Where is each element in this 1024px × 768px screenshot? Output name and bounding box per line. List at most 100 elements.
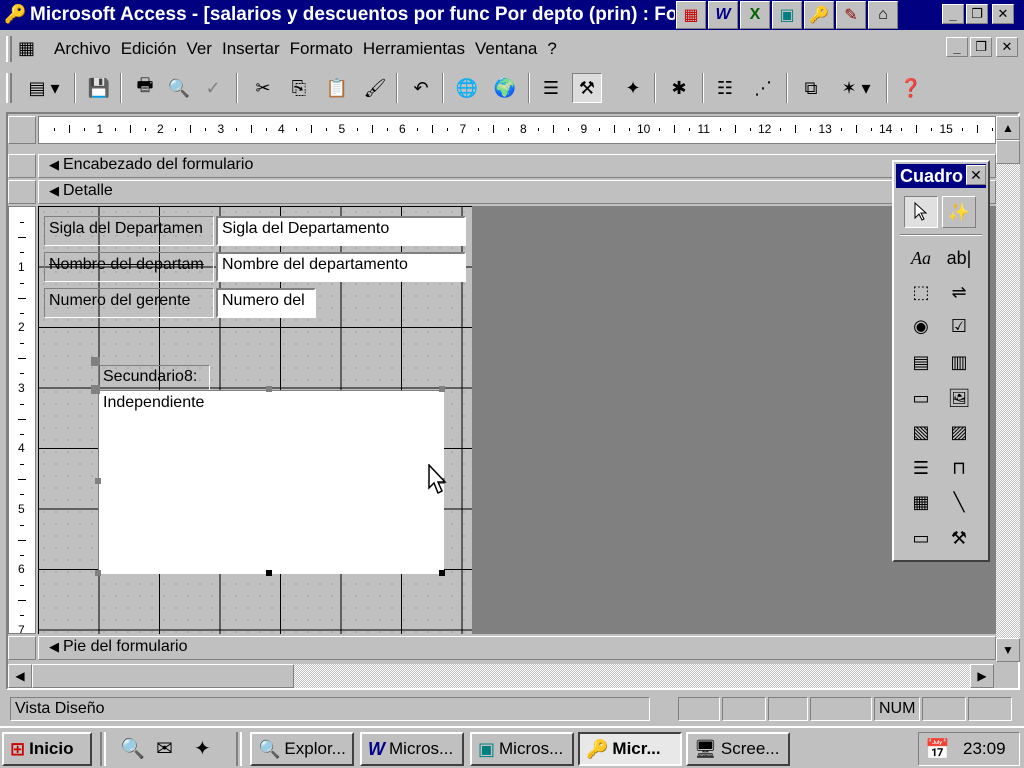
scheduler-tray-icon[interactable]: 📅 xyxy=(925,737,950,762)
binder-icon[interactable]: ⌂ xyxy=(868,1,898,29)
menu-grip[interactable] xyxy=(6,36,12,62)
textbox-sigla-departamento[interactable]: Sigla del Departamento xyxy=(216,216,466,246)
toggle-button-tool-icon[interactable]: ⇌ xyxy=(942,276,976,308)
taskbar-access-button[interactable]: 🔑 Micr... xyxy=(578,732,682,766)
image-tool-icon[interactable]: 🖼 xyxy=(942,382,976,414)
toolbox-toggle-icon[interactable]: ⚒ xyxy=(572,73,602,103)
form-selector-box[interactable] xyxy=(8,116,36,144)
save-icon[interactable]: 💾 xyxy=(84,73,114,103)
command-button-tool-icon[interactable]: ▭ xyxy=(904,382,938,414)
rectangle-tool-icon[interactable]: ▭ xyxy=(904,522,938,554)
taskbar-explorer-button[interactable]: 🔍 Explor... xyxy=(250,732,354,766)
resize-handle[interactable] xyxy=(266,386,272,392)
menu-herramientas[interactable]: Herramientas xyxy=(361,39,473,59)
paste-icon[interactable]: 📋 xyxy=(322,73,352,103)
properties-icon[interactable]: ☷ xyxy=(710,73,740,103)
scroll-up-icon[interactable]: ▲ xyxy=(996,116,1020,140)
build-icon[interactable]: ⋰ xyxy=(748,73,778,103)
scroll-left-icon[interactable]: ◀ xyxy=(8,664,32,688)
detail-section-bar[interactable]: ◀ Detalle xyxy=(38,180,996,204)
textbox-numero-gerente[interactable]: Numero del xyxy=(216,288,316,318)
excel-icon[interactable]: X xyxy=(740,1,770,29)
taskbar-powerpoint-button[interactable]: ▣ Micros... xyxy=(470,732,574,766)
menu-ventana[interactable]: Ventana xyxy=(473,39,545,59)
form-header-section-bar[interactable]: ◀ Encabezado del formulario xyxy=(38,154,996,178)
vertical-ruler[interactable]: 1 2 3 4 5 6 7 xyxy=(8,206,36,634)
horizontal-scroll-thumb[interactable] xyxy=(32,664,294,688)
move-handle[interactable] xyxy=(91,385,100,394)
code-icon[interactable]: ✱ xyxy=(664,73,694,103)
option-group-tool-icon[interactable]: ⬚ xyxy=(904,276,938,308)
office-icon[interactable]: ▦ xyxy=(676,1,706,29)
form-document-icon[interactable]: ▦ xyxy=(18,38,35,59)
line-tool-icon[interactable]: ╲ xyxy=(942,486,976,518)
resize-handle[interactable] xyxy=(266,570,272,576)
more-controls-tool-icon[interactable]: ⚒ xyxy=(942,522,976,554)
form-footer-section-bar[interactable]: ◀ Pie del formulario xyxy=(38,636,996,660)
word-icon[interactable]: W xyxy=(708,1,738,29)
menu-insertar[interactable]: Insertar xyxy=(220,39,288,59)
label-tool-icon[interactable]: Aa xyxy=(904,242,938,274)
clock[interactable]: 23:09 xyxy=(963,739,1006,759)
menu-archivo[interactable]: Archivo xyxy=(52,39,119,59)
menu-formato[interactable]: Formato xyxy=(288,39,361,59)
footer-section-selector[interactable] xyxy=(8,636,36,660)
insert-hyperlink-icon[interactable]: 🌐 xyxy=(452,73,482,103)
copy-icon[interactable]: ⎘ xyxy=(284,73,314,103)
format-painter-icon[interactable]: 🖌 xyxy=(360,73,390,103)
textbox-tool-icon[interactable]: ab| xyxy=(942,242,976,274)
scroll-down-icon[interactable]: ▼ xyxy=(996,638,1020,662)
database-window-icon[interactable]: ⧉ xyxy=(796,73,826,103)
label-numero-gerente[interactable]: Numero del gerente xyxy=(44,288,214,318)
resize-handle[interactable] xyxy=(439,570,445,576)
menu-ver[interactable]: Ver xyxy=(184,39,220,59)
horizontal-ruler[interactable]: 1 2 3 4 5 6 7 8 9 10 11 12 13 14 15 xyxy=(38,116,996,144)
start-button[interactable]: ⊞ Inicio xyxy=(2,732,92,766)
move-handle[interactable] xyxy=(91,357,100,366)
checkbox-tool-icon[interactable]: ☑ xyxy=(942,310,976,342)
menu-edicion[interactable]: Edición xyxy=(119,39,185,59)
taskbar-screen-button[interactable]: 🖥 Scree... xyxy=(686,732,790,766)
field-list-icon[interactable]: ☰ xyxy=(536,73,566,103)
tab-control-tool-icon[interactable]: ⊓ xyxy=(942,452,976,484)
outlook-quicklaunch-icon[interactable]: ✉ xyxy=(156,736,173,761)
subform-tool-icon[interactable]: ▦ xyxy=(904,486,938,518)
resize-handle[interactable] xyxy=(439,386,445,392)
schedule-icon[interactable]: ✎ xyxy=(836,1,866,29)
toolbox-palette[interactable]: Cuadro ✕ ✨ Aa ab| ⬚ ⇌ ◉ ☑ ▤ ▥ ▭ 🖼 ▧ ▨ ☰ … xyxy=(892,160,990,562)
autoformat-icon[interactable]: ✦ xyxy=(618,73,648,103)
maximize-button[interactable]: ❐ xyxy=(966,4,988,24)
subform-control[interactable]: Independiente xyxy=(98,390,444,574)
scroll-right-icon[interactable]: ▶ xyxy=(970,664,994,688)
undo-icon[interactable]: ↶ xyxy=(406,73,436,103)
horizontal-scrollbar[interactable]: ◀ ▶ xyxy=(8,664,994,688)
close-button[interactable]: ✕ xyxy=(992,4,1014,24)
label-nombre-departamento[interactable]: Nombre del departam xyxy=(44,252,214,282)
page-break-tool-icon[interactable]: ☰ xyxy=(904,452,938,484)
resize-handle[interactable] xyxy=(95,570,101,576)
label-sigla-departamento[interactable]: Sigla del Departamen xyxy=(44,216,214,246)
unbound-object-frame-tool-icon[interactable]: ▧ xyxy=(904,416,938,448)
control-wizards-icon[interactable]: ✨ xyxy=(942,196,976,228)
web-toolbar-icon[interactable]: 🌍 xyxy=(490,73,520,103)
list-box-tool-icon[interactable]: ▥ xyxy=(942,346,976,378)
vertical-scrollbar[interactable]: ▲ ▼ xyxy=(996,116,1020,662)
print-icon[interactable]: 🖶 xyxy=(130,73,160,103)
option-button-tool-icon[interactable]: ◉ xyxy=(904,310,938,342)
detail-section-selector[interactable] xyxy=(8,180,36,204)
powerpoint-icon[interactable]: ▣ xyxy=(772,1,802,29)
doc-minimize-button[interactable]: _ xyxy=(946,37,968,57)
channels-quicklaunch-icon[interactable]: ✦ xyxy=(194,736,211,761)
view-dropdown-icon[interactable]: ▤ ▾ xyxy=(20,73,68,103)
toolbox-close-button[interactable]: ✕ xyxy=(966,165,986,185)
spelling-icon[interactable]: ✓ xyxy=(198,73,228,103)
select-objects-icon[interactable] xyxy=(904,196,938,228)
title-bar[interactable]: 🔑 Microsoft Access - [salarios y descuen… xyxy=(0,0,1024,30)
new-object-dropdown-icon[interactable]: ✶ ▾ xyxy=(832,73,880,103)
cut-icon[interactable]: ✂ xyxy=(248,73,278,103)
resize-handle[interactable] xyxy=(95,478,101,484)
subform-label[interactable]: Secundario8: xyxy=(98,365,210,391)
header-section-selector[interactable] xyxy=(8,154,36,178)
menu-help[interactable]: ? xyxy=(545,39,564,59)
minimize-button[interactable]: _ xyxy=(942,4,964,24)
